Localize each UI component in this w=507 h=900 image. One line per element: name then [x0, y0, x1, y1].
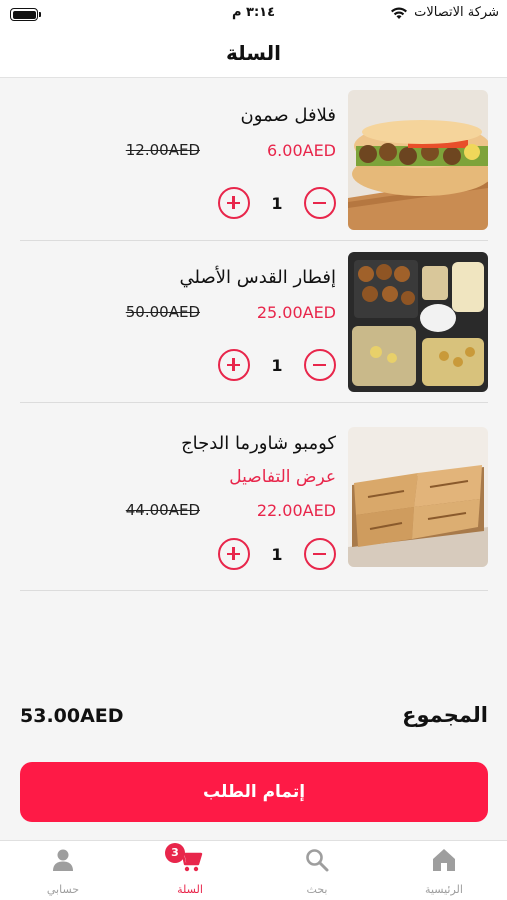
- total-label: المجموع: [402, 703, 488, 727]
- decrease-quantity-button[interactable]: [304, 349, 336, 381]
- increase-quantity-button[interactable]: [218, 349, 250, 381]
- nav-item-search[interactable]: بحث: [254, 841, 380, 900]
- increase-quantity-button[interactable]: [218, 538, 250, 570]
- item-name: فلافل صمون: [240, 105, 336, 126]
- minus-icon: [313, 552, 326, 555]
- wifi-icon: [391, 7, 408, 19]
- status-bar: ٣:١٤ م شركة الاتصالات: [0, 0, 507, 30]
- quantity-stepper: 1: [218, 537, 336, 571]
- increase-quantity-button[interactable]: [218, 187, 250, 219]
- original-price: 12.00AED: [125, 141, 200, 159]
- price-row: 12.00AED 6.00AED: [126, 139, 336, 161]
- user-icon: [50, 847, 76, 873]
- original-price: 44.00AED: [125, 501, 200, 519]
- cart-item: إفطار القدس الأصلي 50.00AED 25.00AED 1: [20, 241, 488, 403]
- nav-item-home[interactable]: الرئيسية: [381, 841, 507, 900]
- nav-label: الرئيسية: [425, 883, 463, 896]
- item-name: إفطار القدس الأصلي: [179, 267, 336, 288]
- quantity-stepper: 1: [218, 186, 336, 220]
- view-details-link[interactable]: عرض التفاصيل: [229, 467, 336, 487]
- nav-item-account[interactable]: حسابي: [0, 841, 126, 900]
- quantity-value: 1: [271, 193, 283, 213]
- price-row: 44.00AED 22.00AED: [126, 499, 336, 521]
- nav-label: بحث: [306, 883, 328, 896]
- page-header: السلة: [0, 30, 507, 78]
- cart-icon: 3: [165, 843, 203, 873]
- breakfast-box-image: [348, 252, 488, 392]
- nav-label: السلة: [177, 883, 203, 896]
- quantity-value: 1: [271, 544, 283, 564]
- item-name: كومبو شاورما الدجاج: [181, 433, 336, 454]
- falafel-sandwich-image: [348, 90, 488, 230]
- current-price: 22.00AED: [256, 500, 336, 520]
- nav-label: حسابي: [46, 883, 80, 896]
- current-price: 6.00AED: [267, 140, 336, 160]
- current-price: 25.00AED: [256, 302, 336, 322]
- decrease-quantity-button[interactable]: [304, 187, 336, 219]
- nav-item-cart[interactable]: 3 السلة: [127, 841, 253, 900]
- quantity-stepper: 1: [218, 348, 336, 382]
- original-price: 50.00AED: [125, 303, 200, 321]
- total-value: 53.00AED: [20, 705, 124, 727]
- cart-count-badge: 3: [165, 843, 185, 863]
- shawarma-image: [348, 427, 488, 567]
- search-icon: [304, 847, 330, 873]
- bottom-nav: حسابي 3 السلة بحث الرئيسية: [0, 840, 507, 900]
- decrease-quantity-button[interactable]: [304, 538, 336, 570]
- total-row: 53.00AED المجموع: [20, 703, 488, 739]
- minus-icon: [313, 363, 326, 366]
- checkout-button[interactable]: إتمام الطلب: [20, 762, 488, 822]
- home-icon: [431, 847, 457, 873]
- page-title: السلة: [225, 41, 281, 65]
- quantity-value: 1: [271, 355, 283, 375]
- price-row: 50.00AED 25.00AED: [126, 301, 336, 323]
- carrier-name: شركة الاتصالات: [414, 5, 499, 20]
- minus-icon: [313, 201, 326, 204]
- cart-list: فلافل صمون 12.00AED 6.00AED 1 إفطار القد…: [0, 79, 507, 719]
- cart-item: كومبو شاورما الدجاج عرض التفاصيل 44.00AE…: [20, 403, 488, 591]
- cart-item: فلافل صمون 12.00AED 6.00AED 1: [20, 79, 488, 241]
